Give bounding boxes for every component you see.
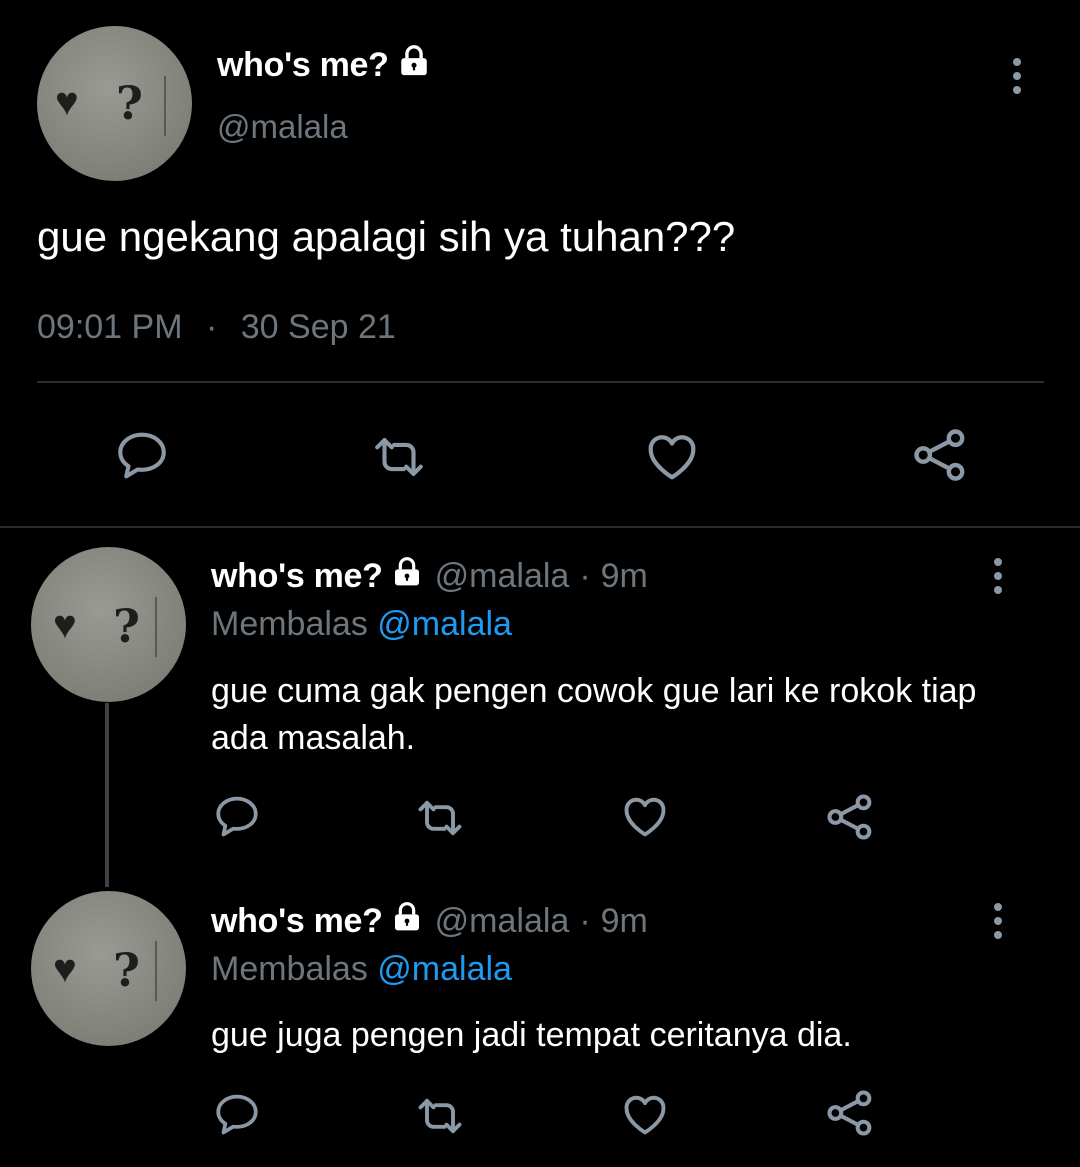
reply-1-replying-to: Membalas @malala xyxy=(211,605,512,644)
reply-1-avatar[interactable]: ♥ ? xyxy=(31,547,186,702)
main-display-name[interactable]: who's me? xyxy=(217,44,431,87)
reply-icon[interactable] xyxy=(113,427,171,485)
reply-1-header: who's me? @malala · 9m xyxy=(211,556,648,597)
replying-prefix: Membalas xyxy=(211,950,368,988)
share-icon[interactable] xyxy=(909,424,971,486)
main-display-name-text: who's me? xyxy=(217,46,389,84)
heart-icon[interactable] xyxy=(642,426,702,486)
lock-icon xyxy=(397,44,431,87)
section-separator xyxy=(0,526,1080,528)
reply-1-time[interactable]: 9m xyxy=(601,557,648,596)
reply-2-header: who's me? @malala · 9m xyxy=(211,901,648,942)
more-vertical-icon[interactable] xyxy=(981,901,1015,946)
avatar-heart-glyph: ♥ xyxy=(53,947,77,991)
reply-2-time[interactable]: 9m xyxy=(601,902,648,941)
avatar-question-glyph: ? xyxy=(113,943,140,997)
reply-1-dot: · xyxy=(579,557,591,595)
avatar-heart-glyph: ♥ xyxy=(55,80,79,124)
main-handle[interactable]: @malala xyxy=(217,108,348,146)
divider xyxy=(37,381,1044,383)
reply-2-avatar[interactable]: ♥ ? xyxy=(31,891,186,1046)
more-vertical-icon[interactable] xyxy=(1000,56,1034,101)
replying-prefix: Membalas xyxy=(211,605,368,643)
avatar-bar xyxy=(164,76,166,136)
reply-2-handle[interactable]: @malala xyxy=(435,902,570,941)
heart-icon[interactable] xyxy=(619,790,671,842)
meta-separator: · xyxy=(205,308,218,346)
main-date: 30 Sep 21 xyxy=(240,308,396,346)
share-icon[interactable] xyxy=(823,1086,877,1140)
reply-1-text: gue cuma gak pengen cowok gue lari ke ro… xyxy=(211,672,977,757)
lock-icon xyxy=(391,556,423,597)
avatar-bar xyxy=(155,941,157,1001)
avatar-bar xyxy=(155,597,157,657)
reply-2-mention[interactable]: @malala xyxy=(377,950,512,988)
retweet-icon[interactable] xyxy=(414,1090,466,1142)
main-tweet-text: gue ngekang apalagi sih ya tuhan??? xyxy=(37,213,736,260)
main-tweet-timestamp: 09:01 PM · 30 Sep 21 xyxy=(37,308,396,347)
reply-1-mention[interactable]: @malala xyxy=(377,605,512,643)
lock-icon xyxy=(391,901,423,942)
avatar-heart-glyph: ♥ xyxy=(53,603,77,647)
share-icon[interactable] xyxy=(823,790,877,844)
reply-icon[interactable] xyxy=(212,792,262,842)
more-vertical-icon[interactable] xyxy=(981,556,1015,601)
avatar-question-glyph: ? xyxy=(116,76,143,130)
reply-1-display-name[interactable]: who's me? xyxy=(211,557,383,596)
main-avatar[interactable]: ♥ ? xyxy=(37,26,192,181)
retweet-icon[interactable] xyxy=(414,792,466,844)
heart-icon[interactable] xyxy=(619,1088,671,1140)
main-time: 09:01 PM xyxy=(37,308,183,346)
retweet-icon[interactable] xyxy=(370,428,428,486)
reply-icon[interactable] xyxy=(212,1090,262,1140)
reply-1-handle[interactable]: @malala xyxy=(435,557,570,596)
reply-2-text: gue juga pengen jadi tempat ceritanya di… xyxy=(211,1016,852,1054)
avatar-question-glyph: ? xyxy=(113,599,140,653)
reply-2-replying-to: Membalas @malala xyxy=(211,950,512,989)
reply-2-display-name[interactable]: who's me? xyxy=(211,902,383,941)
reply-2-dot: · xyxy=(579,902,591,940)
thread-line xyxy=(105,703,109,887)
